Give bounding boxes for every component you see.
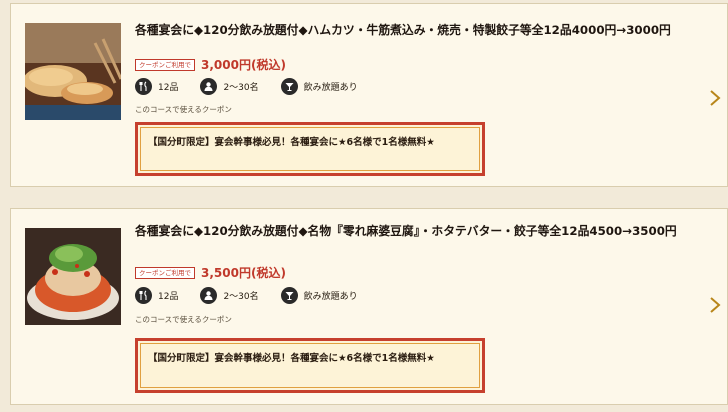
course-image[interactable] bbox=[25, 23, 121, 120]
party-size-value: 2～30名 bbox=[223, 292, 259, 302]
drinks-info: 飲み放題あり bbox=[280, 78, 358, 95]
course-title[interactable]: 各種宴会に◆120分飲み放題付◆ハムカツ・牛筋煮込み・焼売・特製餃子等全12品4… bbox=[135, 20, 695, 41]
coupon-tag: クーポンご利用で bbox=[135, 266, 195, 279]
usable-coupon-label: このコースで使えるクーポン bbox=[135, 315, 232, 324]
food-photo-mapo-tofu bbox=[25, 228, 121, 325]
food-photo-gyoza bbox=[25, 23, 121, 120]
party-size-value: 2～30名 bbox=[223, 83, 259, 93]
course-info: 12品 2～30名 飲み放題あり bbox=[135, 287, 380, 304]
fork-knife-icon bbox=[135, 78, 152, 95]
dish-count-value: 12品 bbox=[158, 292, 179, 302]
drinks-value: 飲み放題あり bbox=[303, 292, 358, 302]
chevron-right-icon[interactable] bbox=[709, 89, 721, 107]
course-card[interactable]: 各種宴会に◆120分飲み放題付◆ハムカツ・牛筋煮込み・焼売・特製餃子等全12品4… bbox=[10, 3, 728, 187]
course-title[interactable]: 各種宴会に◆120分飲み放題付◆名物『零れ麻婆豆腐』・ホタテバター・餃子等全12… bbox=[135, 221, 695, 242]
person-icon bbox=[200, 287, 218, 304]
dish-count: 12品 bbox=[135, 78, 178, 95]
cocktail-icon bbox=[280, 287, 298, 304]
price-row: クーポンご利用で 3,500円(税込) bbox=[135, 264, 286, 281]
course-info: 12品 2～30名 飲み放題あり bbox=[135, 78, 380, 95]
fork-knife-icon bbox=[135, 287, 152, 304]
price-row: クーポンご利用で 3,000円(税込) bbox=[135, 56, 286, 73]
course-card[interactable]: 各種宴会に◆120分飲み放題付◆名物『零れ麻婆豆腐』・ホタテバター・餃子等全12… bbox=[10, 208, 728, 405]
dish-count-value: 12品 bbox=[158, 83, 179, 93]
course-price: 3,500円(税込) bbox=[201, 266, 286, 280]
party-size: 2～30名 bbox=[200, 78, 259, 95]
course-price: 3,000円(税込) bbox=[201, 58, 286, 72]
cocktail-icon bbox=[280, 78, 298, 95]
coupon-box[interactable]: 【国分町限定】宴会幹事様必見！各種宴会に★6名様で1名様無料★ bbox=[135, 338, 485, 393]
chevron-right-icon[interactable] bbox=[709, 296, 721, 314]
party-size: 2～30名 bbox=[200, 287, 259, 304]
drinks-info: 飲み放題あり bbox=[280, 287, 358, 304]
coupon-text: 【国分町限定】宴会幹事様必見！各種宴会に★6名様で1名様無料★ bbox=[148, 137, 435, 148]
person-icon bbox=[200, 78, 218, 95]
drinks-value: 飲み放題あり bbox=[303, 83, 358, 93]
course-image[interactable] bbox=[25, 228, 121, 325]
dish-count: 12品 bbox=[135, 287, 178, 304]
usable-coupon-label: このコースで使えるクーポン bbox=[135, 105, 232, 114]
coupon-box[interactable]: 【国分町限定】宴会幹事様必見！各種宴会に★6名様で1名様無料★ bbox=[135, 122, 485, 176]
coupon-tag: クーポンご利用で bbox=[135, 58, 195, 71]
coupon-text: 【国分町限定】宴会幹事様必見！各種宴会に★6名様で1名様無料★ bbox=[148, 353, 435, 364]
